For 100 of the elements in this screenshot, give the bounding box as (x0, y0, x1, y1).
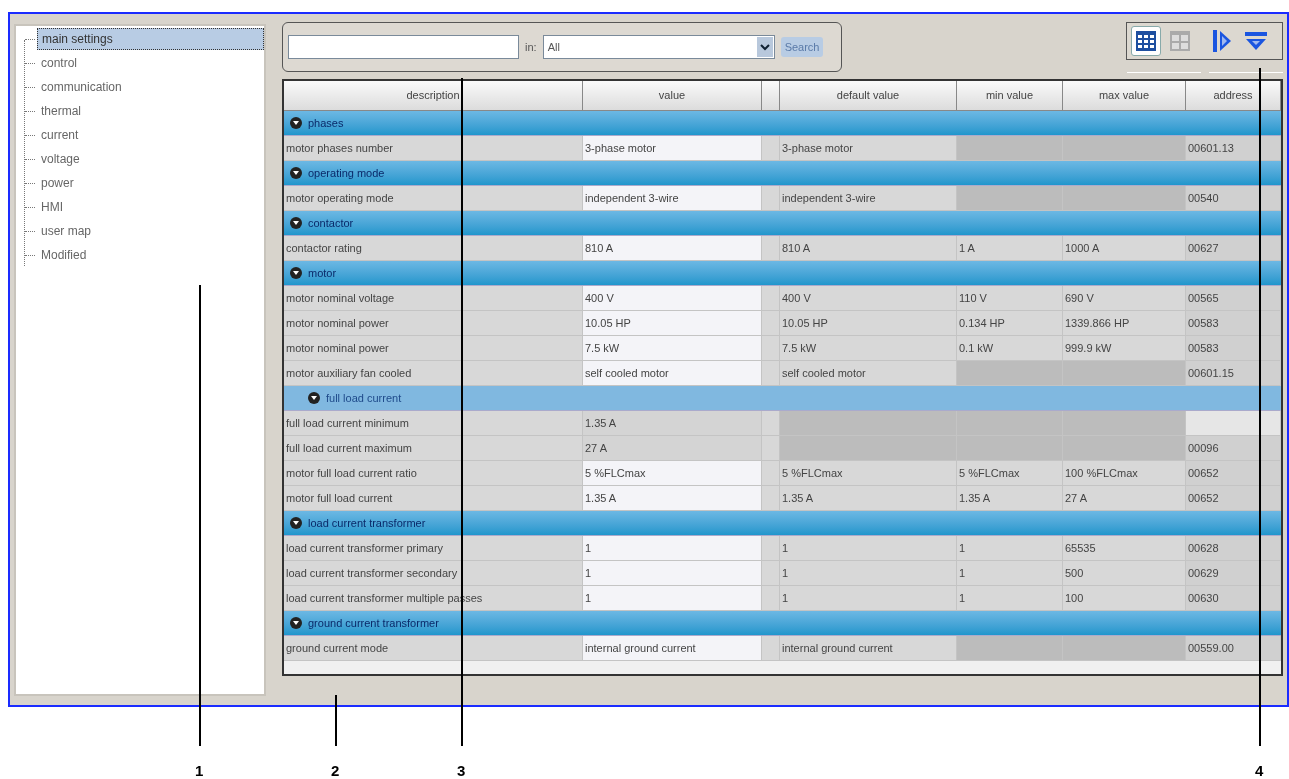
callout-number: 3 (457, 761, 466, 779)
in-label: in: (525, 39, 537, 55)
table-cell: 400 V (780, 286, 957, 311)
search-field[interactable] (288, 35, 519, 59)
table-cell: 00627 (1186, 236, 1281, 261)
table-cell: motor phases number (284, 136, 583, 161)
leader-line (335, 694, 337, 747)
callout-number: 2 (331, 761, 340, 779)
table-cell: load current transformer primary (284, 536, 583, 561)
table-cell: 00629 (1186, 561, 1281, 586)
tree-item[interactable]: user map (37, 220, 92, 242)
table-cell: 00652 (1186, 486, 1281, 511)
table-cell: 500 (1063, 561, 1186, 586)
table-cell: 1000 A (1063, 236, 1186, 261)
tree-item[interactable]: HMI (37, 196, 63, 218)
group-header[interactable]: ground current transformer (284, 611, 1281, 636)
table-cell (762, 636, 780, 661)
table-cell: 1.35 A (957, 486, 1063, 511)
tree-item[interactable]: control (37, 52, 78, 74)
table-cell: 00540 (1186, 186, 1281, 211)
tree-item[interactable]: main settings (37, 28, 264, 50)
table-cell (762, 486, 780, 511)
table-cell: ground current mode (284, 636, 583, 661)
group-title: contactor (308, 215, 354, 231)
table-cell: 5 %FLCmax (957, 461, 1063, 486)
table-cell: independent 3-wire (780, 186, 957, 211)
group-header[interactable]: operating mode (284, 161, 1281, 186)
table-cell: 1 (957, 561, 1063, 586)
group-header[interactable]: phases (284, 111, 1281, 136)
table-cell: 00601.13 (1186, 136, 1281, 161)
table-cell: 1 (957, 536, 1063, 561)
tree-item[interactable]: current (37, 124, 79, 146)
table-cell: internal ground current (780, 636, 957, 661)
group-header[interactable]: load current transformer (284, 511, 1281, 536)
table-cell: 00583 (1186, 311, 1281, 336)
table-cell: 00630 (1186, 586, 1281, 611)
table-cell: 1.35 A (780, 486, 957, 511)
group-title: ground current transformer (308, 615, 439, 631)
table-cell: 00583 (1186, 336, 1281, 361)
tree-item[interactable]: Modified (37, 244, 87, 266)
column-header: value (583, 81, 762, 111)
table-cell (762, 311, 780, 336)
table-cell (762, 336, 780, 361)
group-title: load current transformer (308, 515, 426, 531)
tree-item[interactable]: voltage (37, 148, 80, 170)
table-cell: 27 A (583, 436, 762, 461)
tree-item[interactable]: thermal (37, 100, 81, 122)
table-cell: load current transformer secondary (284, 561, 583, 586)
table-cell: 100 %FLCmax (1063, 461, 1186, 486)
group-title: full load current (326, 390, 402, 406)
table-cell: motor operating mode (284, 186, 583, 211)
table-cell: 100 (1063, 586, 1186, 611)
table-cell (762, 186, 780, 211)
table-cell: 1 (780, 561, 957, 586)
table-cell: motor nominal power (284, 336, 583, 361)
table-cell (762, 286, 780, 311)
table-cell: 10.05 HP (780, 311, 957, 336)
table-cell: 0.134 HP (957, 311, 1063, 336)
table-cell: 1.35 A (583, 486, 762, 511)
table-cell: 810 A (583, 236, 762, 261)
group-header[interactable]: contactor (284, 211, 1281, 236)
table-cell: contactor rating (284, 236, 583, 261)
table-cell: 1 (583, 586, 762, 611)
table-cell: motor full load current ratio (284, 461, 583, 486)
table-cell (762, 461, 780, 486)
callout-number: 1 (195, 761, 204, 779)
table-cell: 1 (583, 561, 762, 586)
group-title: operating mode (308, 165, 385, 181)
table-cell: 1 (957, 586, 1063, 611)
table-cell: 7.5 kW (583, 336, 762, 361)
scope-dropdown[interactable]: All (542, 35, 775, 59)
group-title: motor (308, 265, 337, 281)
table-cell (762, 236, 780, 261)
table-cell: self cooled motor (583, 361, 762, 386)
table-cell: 10.05 HP (583, 311, 762, 336)
table-cell: 00601.15 (1186, 361, 1281, 386)
table-cell: 400 V (583, 286, 762, 311)
tree-item[interactable]: power (37, 172, 74, 194)
table-cell: 1 (583, 536, 762, 561)
table-cell (762, 361, 780, 386)
table-cell: 00096 (1186, 436, 1281, 461)
group-header[interactable]: motor (284, 261, 1281, 286)
group-header[interactable]: full load current (284, 386, 1281, 411)
table-cell: 3-phase motor (583, 136, 762, 161)
table-cell: motor full load current (284, 486, 583, 511)
caret-icon (756, 37, 773, 57)
table-cell: 110 V (957, 286, 1063, 311)
table-cell: self cooled motor (780, 361, 957, 386)
column-header: default value (780, 81, 957, 111)
column-header: max value (1063, 81, 1186, 111)
table-cell: 1339.866 HP (1063, 311, 1186, 336)
table-cell: 00652 (1186, 461, 1281, 486)
table-cell (762, 411, 780, 436)
table-cell: 5 %FLCmax (583, 461, 762, 486)
table-cell: 65535 (1063, 536, 1186, 561)
table-cell: 1 A (957, 236, 1063, 261)
tree-item[interactable]: communication (37, 76, 122, 98)
column-header: address (1186, 81, 1281, 111)
table-view-icon[interactable] (1131, 26, 1161, 56)
table-cell (762, 436, 780, 461)
